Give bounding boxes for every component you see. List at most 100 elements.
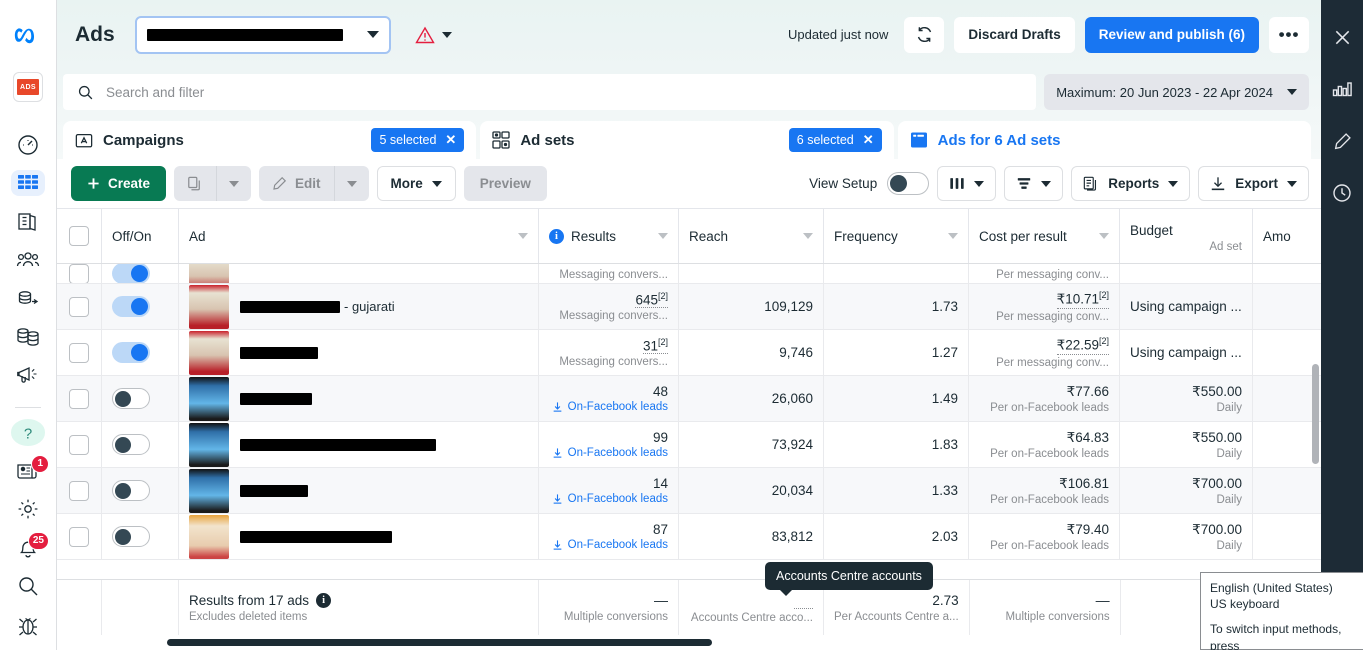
ad-name[interactable]: - gujarati xyxy=(240,299,395,314)
analytics-button[interactable] xyxy=(1329,76,1355,102)
sidebar-item-billing[interactable] xyxy=(11,324,45,350)
chevron-down-icon[interactable] xyxy=(518,233,528,239)
preview-button[interactable]: Preview xyxy=(463,166,547,201)
chevron-down-icon[interactable] xyxy=(948,233,958,239)
annotate-button[interactable] xyxy=(1329,128,1355,154)
review-and-publish-button[interactable]: Review and publish (6) xyxy=(1084,16,1259,53)
export-button[interactable]: Export xyxy=(1198,166,1309,201)
reach-value: 73,924 xyxy=(771,437,813,452)
table-row[interactable]: 48 On-Facebook leads 26,060 1.49 ₹77.66 Per o… xyxy=(57,376,1321,422)
refresh-button[interactable] xyxy=(904,16,945,53)
sidebar-item-audiences[interactable] xyxy=(11,247,45,273)
duplicate-button[interactable] xyxy=(174,166,217,201)
sidebar-item-notifications[interactable]: 25 xyxy=(11,531,49,561)
chevron-down-icon[interactable] xyxy=(658,233,668,239)
date-range-selector[interactable]: Maximum: 20 Jun 2023 - 22 Apr 2024 xyxy=(1044,74,1309,110)
close-icon[interactable]: ✕ xyxy=(863,132,874,148)
row-checkbox[interactable] xyxy=(69,480,89,501)
reports-button[interactable]: Reports xyxy=(1071,166,1191,201)
ad-status-toggle[interactable] xyxy=(112,480,150,501)
table-row[interactable]: Messaging convers... Per messaging conv.… xyxy=(57,264,1321,284)
sidebar-item-ads-manager[interactable] xyxy=(11,169,45,197)
close-icon[interactable]: ✕ xyxy=(445,132,456,148)
sidebar-item-pages[interactable] xyxy=(11,208,45,234)
columns-icon xyxy=(950,178,964,189)
sidebar-item-campaign-planner[interactable] xyxy=(11,362,45,388)
tab-ad-sets[interactable]: Ad sets 6 selected ✕ xyxy=(480,121,894,159)
column-header-offon[interactable]: Off/On xyxy=(102,209,179,263)
row-checkbox[interactable] xyxy=(69,388,89,409)
column-header-cost-per-result[interactable]: Cost per result xyxy=(969,209,1120,263)
sidebar-item-settings[interactable] xyxy=(11,496,45,522)
duplicate-split-button[interactable] xyxy=(174,166,252,201)
ad-status-toggle[interactable] xyxy=(112,434,150,455)
row-checkbox[interactable] xyxy=(69,342,89,363)
search-and-filter-box[interactable] xyxy=(63,74,1037,110)
history-button[interactable] xyxy=(1329,180,1355,206)
ad-name[interactable] xyxy=(240,484,312,497)
duplicate-dropdown[interactable] xyxy=(216,166,252,201)
ad-status-toggle[interactable] xyxy=(112,296,150,317)
columns-button[interactable] xyxy=(937,166,997,201)
row-checkbox[interactable] xyxy=(69,296,89,317)
row-amount-cell xyxy=(1253,264,1321,283)
ad-status-toggle[interactable] xyxy=(112,342,150,363)
view-setup-control[interactable]: View Setup xyxy=(809,172,930,195)
table-row[interactable]: 14 On-Facebook leads 20,034 1.33 ₹106.81 Per … xyxy=(57,468,1321,514)
row-checkbox[interactable] xyxy=(69,434,89,455)
select-all-checkbox[interactable] xyxy=(69,226,89,246)
edit-dropdown[interactable] xyxy=(333,166,369,201)
column-header-frequency[interactable]: Frequency xyxy=(824,209,969,263)
ad-status-toggle[interactable] xyxy=(112,264,150,283)
ad-name[interactable] xyxy=(240,392,316,405)
view-setup-toggle[interactable] xyxy=(887,172,930,195)
more-button[interactable]: More xyxy=(376,166,456,201)
meta-logo-icon[interactable] xyxy=(11,24,45,50)
row-checkbox-cell xyxy=(57,330,102,375)
table-row[interactable]: 31[2] Messaging convers... 9,746 1.27 ₹22.59… xyxy=(57,330,1321,376)
more-options-button[interactable]: ••• xyxy=(1269,16,1309,53)
edit-split-button[interactable]: Edit xyxy=(259,166,369,201)
table-row[interactable]: - gujarati 645[2] Messaging convers... 109,… xyxy=(57,284,1321,330)
sidebar-item-search[interactable] xyxy=(11,573,45,599)
column-header-reach[interactable]: Reach xyxy=(679,209,824,263)
adsets-selected-pill[interactable]: 6 selected ✕ xyxy=(788,128,882,152)
row-checkbox[interactable] xyxy=(69,264,89,283)
breakdown-button[interactable] xyxy=(1004,166,1064,201)
ad-status-toggle[interactable] xyxy=(112,526,150,547)
sidebar-item-datasets[interactable] xyxy=(11,285,45,311)
create-button[interactable]: Create xyxy=(71,166,167,201)
row-checkbox[interactable] xyxy=(69,526,89,547)
chevron-down-icon[interactable] xyxy=(803,233,813,239)
ads-account-thumbnail[interactable]: ADS xyxy=(11,72,45,103)
search-input[interactable] xyxy=(106,84,1023,100)
column-header-budget[interactable]: Budget Ad set xyxy=(1120,209,1253,263)
tab-campaigns[interactable]: Campaigns 5 selected ✕ xyxy=(63,121,477,159)
ad-status-toggle[interactable] xyxy=(112,388,150,409)
column-header-results[interactable]: i Results xyxy=(539,209,679,263)
ad-name[interactable] xyxy=(240,530,396,543)
vertical-scrollbar[interactable] xyxy=(1312,364,1319,464)
ad-name[interactable] xyxy=(240,346,322,359)
column-header-ad[interactable]: Ad xyxy=(179,209,539,263)
info-icon[interactable]: i xyxy=(549,228,564,244)
close-panel-button[interactable] xyxy=(1329,24,1355,50)
sidebar-item-report-bug[interactable] xyxy=(11,612,45,638)
info-icon[interactable]: i xyxy=(316,592,332,608)
sidebar-item-news[interactable]: 1 xyxy=(11,454,49,484)
ad-account-selector[interactable] xyxy=(134,15,391,54)
sidebar-item-dashboard[interactable] xyxy=(11,132,45,158)
campaigns-selected-pill[interactable]: 5 selected ✕ xyxy=(371,128,465,152)
horizontal-scrollbar[interactable] xyxy=(167,639,712,646)
sidebar-item-help[interactable]: ? xyxy=(11,419,45,446)
edit-button[interactable]: Edit xyxy=(259,166,334,201)
tab-ads[interactable]: Ads for 6 Ad sets xyxy=(897,121,1311,159)
account-warning-control[interactable] xyxy=(414,26,452,44)
chevron-down-icon[interactable] xyxy=(1099,233,1109,239)
table-row[interactable]: 87 On-Facebook leads 83,812 2.03 ₹79.40 Per o… xyxy=(57,514,1321,560)
ime-language-popup[interactable]: English (United States) US keyboard To s… xyxy=(1200,572,1363,650)
table-row[interactable]: 99 On-Facebook leads 73,924 1.83 ₹64.83 Per o… xyxy=(57,422,1321,468)
ad-name[interactable] xyxy=(240,438,440,451)
column-header-amount-spent[interactable]: Amo xyxy=(1253,209,1321,263)
discard-drafts-button[interactable]: Discard Drafts xyxy=(954,16,1075,53)
